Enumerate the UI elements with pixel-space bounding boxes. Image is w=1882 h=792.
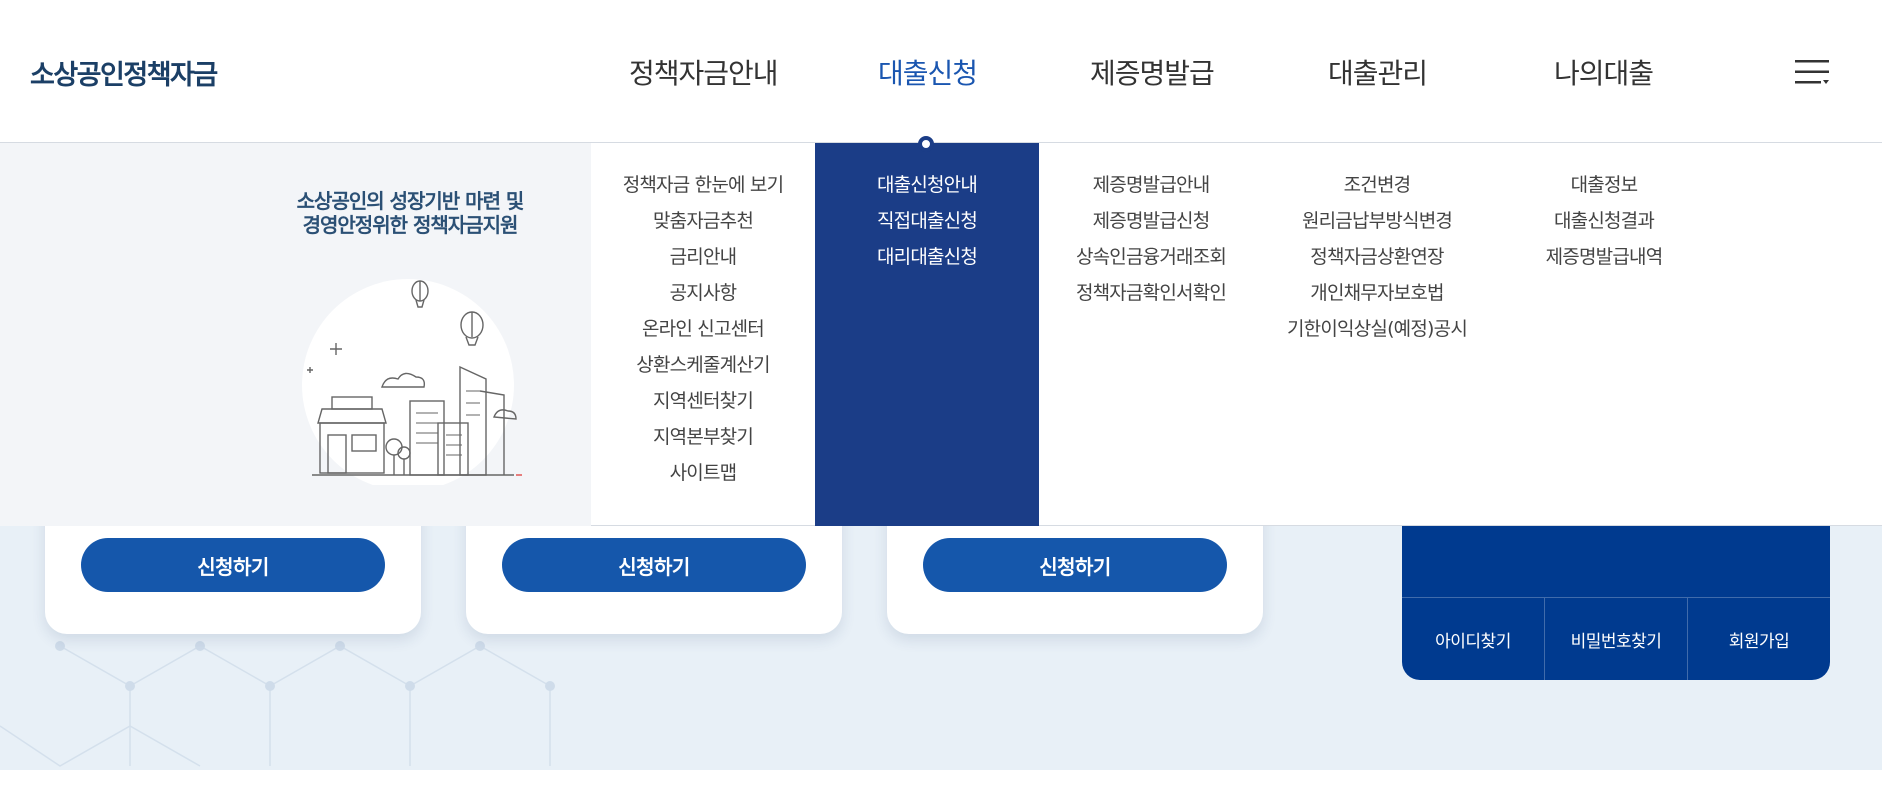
nav-policy-fund-info[interactable]: 정책자금안내 [629, 52, 779, 92]
submenu-item[interactable]: 정책자금확인서확인 [1039, 275, 1263, 311]
submenu-certificate-issue: 제증명발급안내 제증명발급신청 상속인금융거래조회 정책자금확인서확인 [1039, 143, 1263, 526]
submenu-item[interactable]: 정책자금상환연장 [1265, 239, 1489, 275]
submenu-item[interactable]: 조건변경 [1265, 167, 1489, 203]
submenu-item[interactable]: 개인채무자보호법 [1265, 275, 1489, 311]
login-links: 아이디찾기 비밀번호찾기 회원가입 [1402, 597, 1830, 680]
submenu-item[interactable]: 공지사항 [591, 275, 815, 311]
hexagon-pattern [0, 641, 555, 767]
apply-button[interactable]: 신청하기 [923, 538, 1227, 592]
submenu-my-loan: 대출정보 대출신청결과 제증명발급내역 [1492, 143, 1716, 526]
submenu-loan-management: 조건변경 원리금납부방식변경 정책자금상환연장 개인채무자보호법 기한이익상실(… [1265, 143, 1489, 526]
find-id-link[interactable]: 아이디찾기 [1402, 598, 1545, 680]
city-illustration-icon [302, 279, 522, 485]
site-header: 소상공인정책자금 정책자금안내 대출신청 제증명발급 대출관리 나의대출 [0, 0, 1882, 143]
find-password-link[interactable]: 비밀번호찾기 [1545, 598, 1688, 680]
site-logo[interactable]: 소상공인정책자금 [30, 53, 218, 92]
submenu-item[interactable]: 상속인금융거래조회 [1039, 239, 1263, 275]
apply-button[interactable]: 신청하기 [502, 538, 806, 592]
submenu-item[interactable]: 상환스케줄계산기 [591, 347, 815, 383]
mega-menu: 소상공인의 성장기반 마련 및 경영안정위한 정책자금지원 정책자금 한눈에 보… [0, 143, 1882, 526]
submenu-item[interactable]: 기한이익상실(예정)공시 [1265, 311, 1489, 347]
submenu-item[interactable]: 지역본부찾기 [591, 419, 815, 455]
submenu-item[interactable]: 정책자금 한눈에 보기 [591, 167, 815, 203]
nav-certificate-issue[interactable]: 제증명발급 [1090, 52, 1215, 92]
apply-button[interactable]: 신청하기 [81, 538, 385, 592]
submenu-item[interactable]: 제증명발급신청 [1039, 203, 1263, 239]
submenu-item[interactable]: 제증명발급안내 [1039, 167, 1263, 203]
submenu-policy-fund-info: 정책자금 한눈에 보기 맞춤자금추천 금리안내 공지사항 온라인 신고센터 상환… [591, 143, 815, 526]
submenu-item[interactable]: 지역센터찾기 [591, 383, 815, 419]
submenu-item[interactable]: 사이트맵 [591, 455, 815, 491]
submenu-item[interactable]: 직접대출신청 [815, 203, 1039, 239]
promo-text: 소상공인의 성장기반 마련 및 경영안정위한 정책자금지원 [280, 189, 540, 237]
submenu-loan-application: 대출신청안내 직접대출신청 대리대출신청 [815, 143, 1039, 526]
promo-line-1: 소상공인의 성장기반 마련 및 [296, 189, 525, 213]
submenu-item[interactable]: 대출신청안내 [815, 167, 1039, 203]
submenu-item[interactable]: 제증명발급내역 [1492, 239, 1716, 275]
submenu-item[interactable]: 대리대출신청 [815, 239, 1039, 275]
submenu-item[interactable]: 대출정보 [1492, 167, 1716, 203]
submenu-item[interactable]: 대출신청결과 [1492, 203, 1716, 239]
promo-line-2: 경영안정위한 정책자금지원 [302, 213, 519, 237]
hamburger-menu-icon[interactable] [1795, 58, 1829, 86]
submenu-item[interactable]: 맞춤자금추천 [591, 203, 815, 239]
nav-loan-management[interactable]: 대출관리 [1328, 52, 1428, 92]
submenu-item[interactable]: 온라인 신고센터 [591, 311, 815, 347]
nav-my-loan[interactable]: 나의대출 [1554, 52, 1654, 92]
signup-link[interactable]: 회원가입 [1688, 598, 1830, 680]
nav-loan-application[interactable]: 대출신청 [878, 52, 978, 92]
submenu-item[interactable]: 금리안내 [591, 239, 815, 275]
promo-panel: 소상공인의 성장기반 마련 및 경영안정위한 정책자금지원 [0, 143, 591, 526]
active-menu-indicator [918, 136, 934, 152]
submenu-item[interactable]: 원리금납부방식변경 [1265, 203, 1489, 239]
